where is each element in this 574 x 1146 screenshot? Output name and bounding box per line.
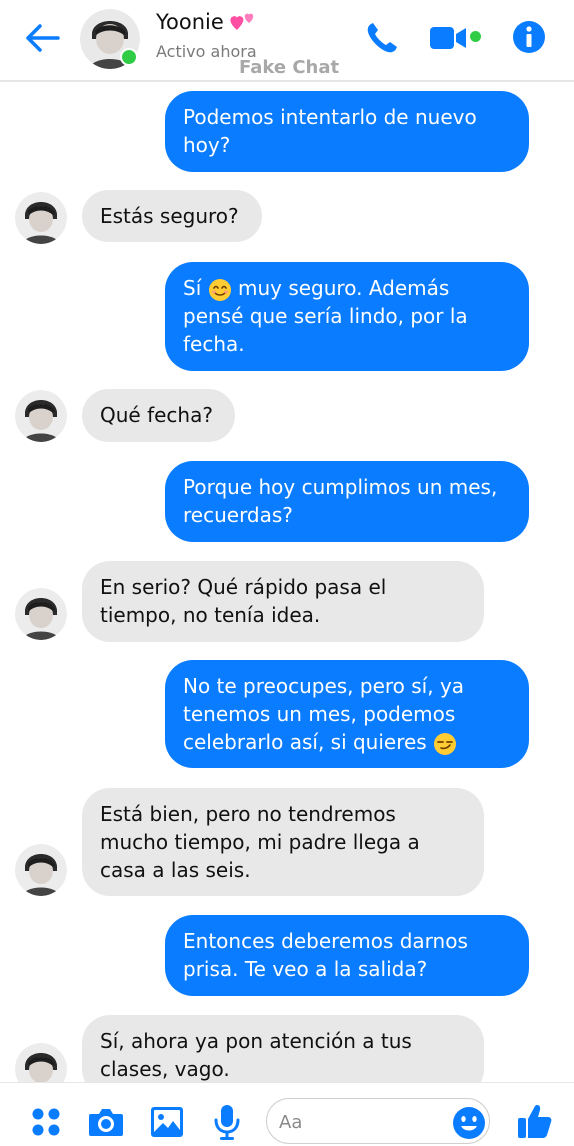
image-icon[interactable] xyxy=(149,1104,185,1140)
camera-icon[interactable] xyxy=(87,1104,125,1140)
smirking-face-emoji xyxy=(434,732,457,755)
message-incoming[interactable]: Estás seguro? xyxy=(82,190,262,242)
message-outgoing[interactable]: No te preocupes, pero sí, ya tenemos un … xyxy=(165,660,529,768)
microphone-icon[interactable] xyxy=(212,1103,242,1141)
online-indicator xyxy=(120,48,138,66)
phone-icon[interactable] xyxy=(364,20,400,56)
hearts-emoji-icon xyxy=(230,13,254,30)
message-outgoing[interactable]: Porque hoy cumplimos un mes, recuerdas? xyxy=(165,461,529,542)
thumbs-up-icon[interactable] xyxy=(516,1102,552,1140)
message-incoming[interactable]: Está bien, pero no tendremos mucho tiemp… xyxy=(82,788,484,896)
message-input[interactable] xyxy=(277,1107,451,1137)
message-text: En serio? Qué rápido pasa el tiempo, no … xyxy=(100,575,387,627)
message-outgoing[interactable]: Entonces deberemos darnos prisa. Te veo … xyxy=(165,915,529,996)
video-online-indicator xyxy=(470,31,481,42)
message-text: Está bien, pero no tendremos mucho tiemp… xyxy=(100,802,420,882)
contact-avatar-small[interactable] xyxy=(15,192,67,244)
back-arrow-icon[interactable] xyxy=(22,22,62,54)
four-dots-icon[interactable] xyxy=(30,1106,62,1138)
message-incoming[interactable]: En serio? Qué rápido pasa el tiempo, no … xyxy=(82,561,484,642)
message-text: Sí, ahora ya pon atención a tus clases, … xyxy=(100,1029,412,1081)
contact-avatar-small[interactable] xyxy=(15,390,67,442)
info-icon[interactable] xyxy=(512,20,546,54)
contact-avatar-small[interactable] xyxy=(15,844,67,896)
message-text: Porque hoy cumplimos un mes, recuerdas? xyxy=(183,475,498,527)
message-text: Podemos intentarlo de nuevo hoy? xyxy=(183,105,477,157)
chat-header: Yoonie Activo ahora Fake Chat xyxy=(0,0,574,82)
message-text: Sí xyxy=(183,276,202,300)
video-camera-icon[interactable] xyxy=(428,20,468,56)
contact-name[interactable]: Yoonie xyxy=(156,10,224,34)
contact-avatar-small[interactable] xyxy=(15,588,67,640)
message-incoming[interactable]: Qué fecha? xyxy=(82,389,235,442)
message-outgoing[interactable]: Podemos intentarlo de nuevo hoy? xyxy=(165,91,529,172)
message-outgoing[interactable]: Sí muy seguro. Además pensé que sería li… xyxy=(165,262,529,371)
message-text: Estás seguro? xyxy=(100,204,239,228)
watermark-text: Fake Chat xyxy=(239,57,340,78)
message-text: Entonces deberemos darnos prisa. Te veo … xyxy=(183,929,468,981)
message-text: Qué fecha? xyxy=(100,403,213,427)
smiling-face-emoji xyxy=(208,278,231,301)
message-text: No te preocupes, pero sí, ya tenemos un … xyxy=(183,674,465,754)
smiley-icon[interactable] xyxy=(452,1106,486,1140)
